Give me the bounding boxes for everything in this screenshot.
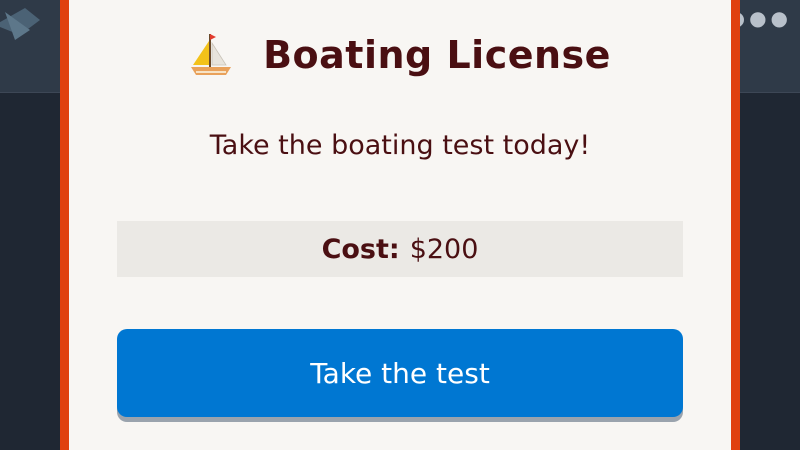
cost-value: $200 xyxy=(409,233,479,265)
modal-header: Boating License xyxy=(69,25,731,85)
background-header-graphic xyxy=(0,0,60,92)
take-test-button[interactable]: Take the test xyxy=(117,329,683,417)
sailboat-icon xyxy=(191,34,232,75)
modal-title: Boating License xyxy=(263,33,611,77)
modal-subtitle: Take the boating test today! xyxy=(209,130,591,161)
boating-license-modal: Boating License Take the boating test to… xyxy=(60,0,740,450)
cost-box: Cost: $200 xyxy=(117,221,683,277)
cost-label: Cost: xyxy=(321,233,400,265)
screen: ●●● Boating License Take the boating tes… xyxy=(0,0,800,450)
